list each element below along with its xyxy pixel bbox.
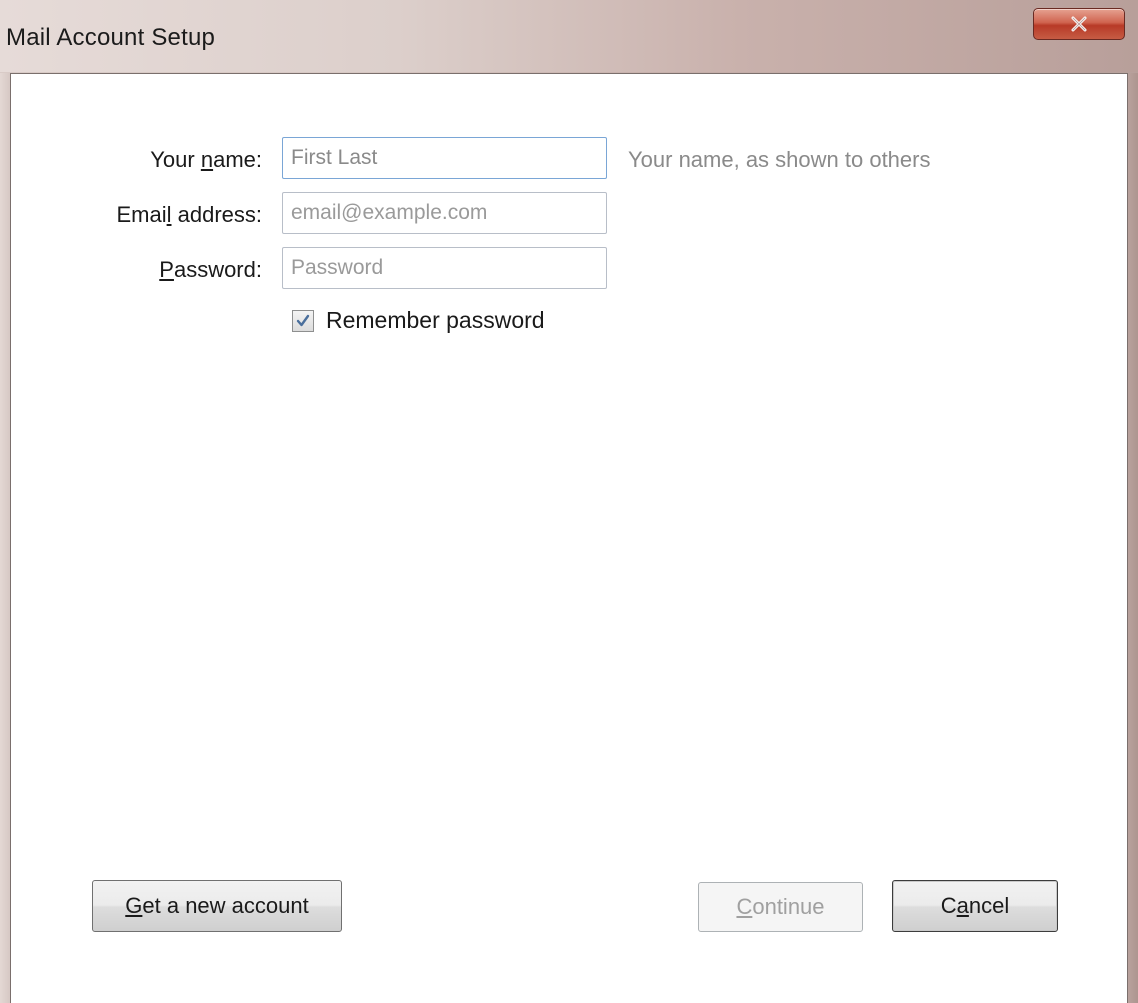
close-icon xyxy=(1071,16,1087,32)
password-input[interactable] xyxy=(282,247,607,289)
name-input[interactable] xyxy=(282,137,607,179)
remember-password-option[interactable]: Remember password xyxy=(292,307,545,334)
name-hint: Your name, as shown to others xyxy=(628,147,931,172)
password-label: Password: xyxy=(159,257,262,282)
name-label: Your name: xyxy=(150,147,262,172)
window-title: Mail Account Setup xyxy=(6,24,216,51)
continue-button[interactable]: Continue xyxy=(698,882,863,932)
email-label: Email address: xyxy=(116,202,262,227)
close-button[interactable] xyxy=(1033,8,1125,40)
window-border-left xyxy=(0,73,10,1003)
remember-password-checkbox[interactable] xyxy=(292,309,314,332)
mail-account-setup-window: Mail Account Setup Your name: Your name,… xyxy=(0,0,1138,1003)
title-bar[interactable]: Mail Account Setup xyxy=(0,0,1138,72)
window-border-right xyxy=(1128,73,1138,1003)
email-input[interactable] xyxy=(282,192,607,234)
remember-password-label: Remember password xyxy=(326,307,545,333)
get-new-account-button[interactable]: Get a new account xyxy=(92,880,342,932)
checkmark-icon xyxy=(296,314,310,326)
cancel-button[interactable]: Ca ncel xyxy=(892,880,1058,932)
